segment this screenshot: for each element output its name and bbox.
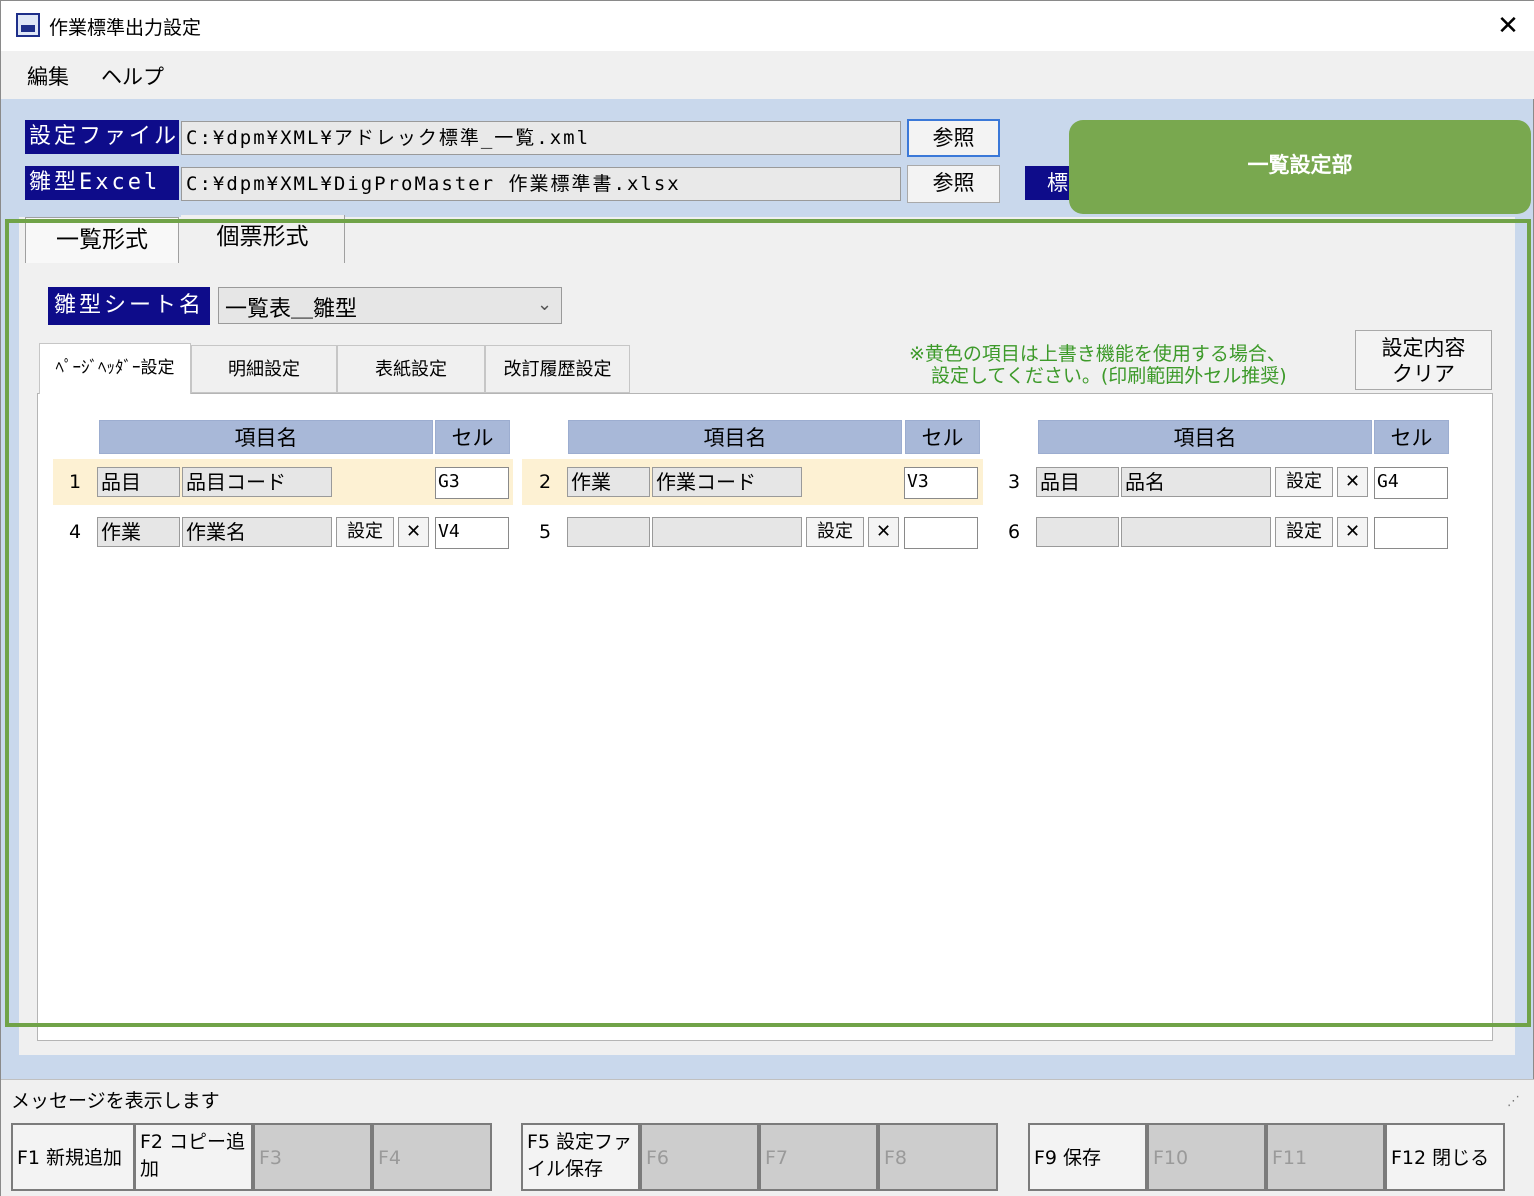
f7-button[interactable]: F7 [759, 1123, 878, 1191]
settings-file-browse-button[interactable]: 参照 [907, 119, 1000, 157]
list-settings-callout: 一覧設定部 [1069, 120, 1531, 214]
f1-new-add-button[interactable]: F1 新規追加 [11, 1123, 135, 1191]
f6-button[interactable]: F6 [640, 1123, 759, 1191]
settings-file-label: 設定ファイル [25, 120, 179, 154]
f9-save-button[interactable]: F9 保存 [1028, 1123, 1147, 1191]
f3-button[interactable]: F3 [253, 1123, 372, 1191]
f11-button[interactable]: F11 [1266, 1123, 1385, 1191]
f8-button[interactable]: F8 [878, 1123, 998, 1191]
template-excel-label: 雛型Excel [25, 166, 179, 200]
menu-edit[interactable]: 編集 [27, 61, 69, 91]
app-window: 作業標準出力設定 ✕ 編集 ヘルプ 設定ファイル C:¥dpm¥XML¥アドレッ… [0, 0, 1534, 1196]
menu-bar: 編集 ヘルプ [1, 51, 1534, 99]
window-title: 作業標準出力設定 [49, 17, 202, 39]
template-excel-browse-button[interactable]: 参照 [907, 165, 1000, 203]
settings-file-path[interactable]: C:¥dpm¥XML¥アドレック標準_一覧.xml [181, 121, 901, 155]
app-icon [16, 13, 40, 37]
f10-button[interactable]: F10 [1147, 1123, 1266, 1191]
function-key-bar: F1 新規追加 F2 コピー追加 F3 F4 F5 設定ファイル保存 F6 F7… [1, 1113, 1534, 1196]
close-icon[interactable]: ✕ [1491, 7, 1525, 45]
title-bar: 作業標準出力設定 ✕ [1, 1, 1534, 51]
template-excel-path[interactable]: C:¥dpm¥XML¥DigProMaster 作業標準書.xlsx [181, 167, 901, 201]
menu-help[interactable]: ヘルプ [101, 61, 164, 91]
status-message: メッセージを表示します [11, 1090, 220, 1112]
resize-grip-icon[interactable]: ⋰ [1507, 1094, 1520, 1109]
f12-close-button[interactable]: F12 閉じる [1385, 1123, 1505, 1191]
f2-copy-add-button[interactable]: F2 コピー追加 [134, 1123, 253, 1191]
f4-button[interactable]: F4 [372, 1123, 492, 1191]
status-bar: メッセージを表示します ⋰ [1, 1079, 1534, 1113]
f5-save-settings-file-button[interactable]: F5 設定ファイル保存 [521, 1123, 640, 1191]
list-settings-frame [5, 219, 1531, 1027]
